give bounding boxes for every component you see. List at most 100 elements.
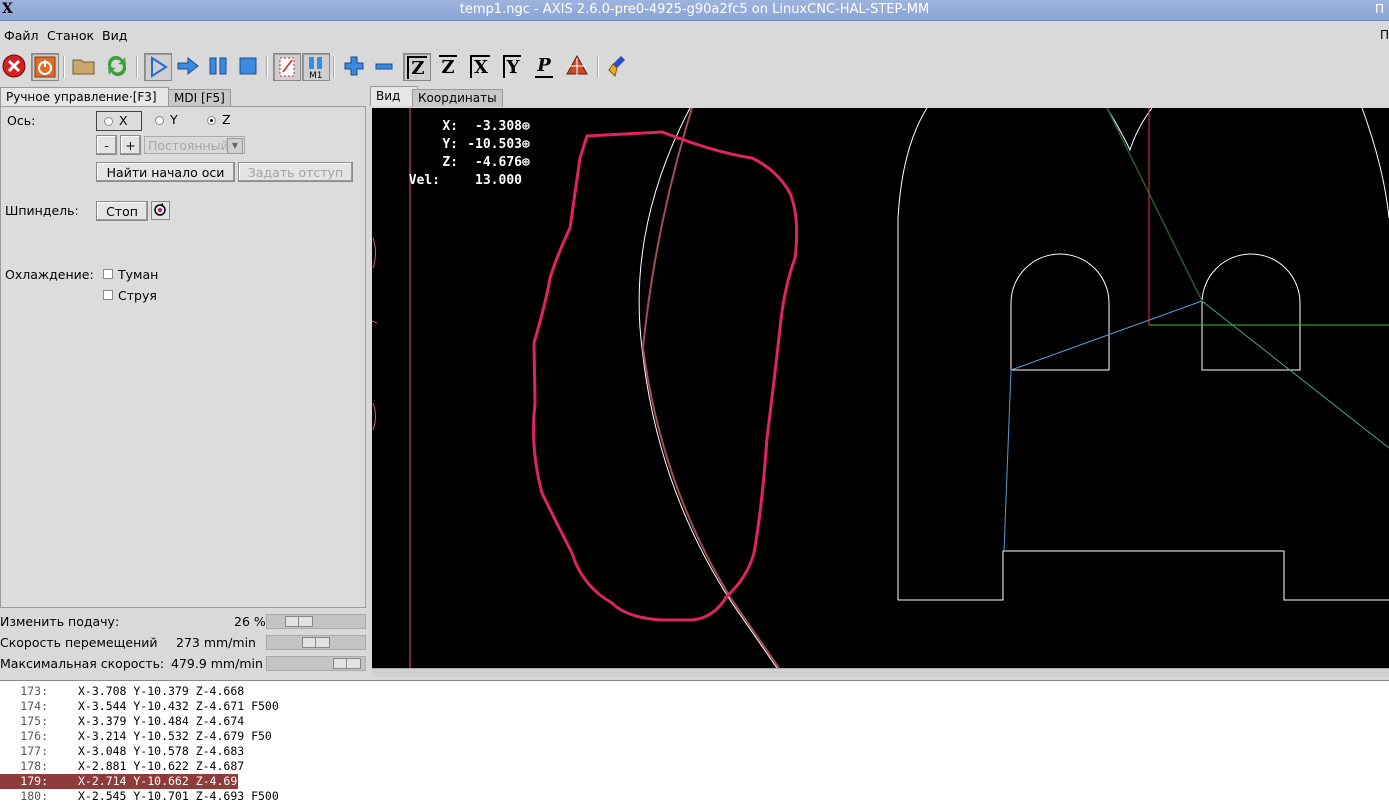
touch-off-button[interactable]: Задать отступ [238, 162, 353, 182]
rapid-move-line [1201, 300, 1389, 449]
dro-readout: X: -3.308⊕ Y: -10.503⊕ Z: -4.676⊕ Vel: 13.00… [406, 118, 530, 190]
manual-control-panel: Ось: X Y Z - + Постоянный ▼ Найти начало… [0, 106, 366, 608]
program-outline [1106, 108, 1153, 152]
view-z-icon[interactable]: Z [403, 53, 431, 81]
window-title: temp1.ngc - AXIS 2.6.0-pre0-4925-g90a2fc… [459, 2, 930, 17]
program-outline [898, 550, 1389, 601]
clear-plot-icon[interactable] [606, 53, 632, 79]
axis-x-radio-dot [104, 117, 113, 126]
pause-icon[interactable] [205, 53, 231, 79]
mist-checkbox[interactable] [103, 269, 113, 279]
feed-override-thumb[interactable] [285, 616, 313, 627]
jog-minus-button[interactable]: - [96, 135, 117, 155]
block-delete-icon[interactable] [273, 53, 301, 81]
jog-speed-slider[interactable] [266, 635, 366, 650]
menu-corner-glyph[interactable]: П [1380, 28, 1389, 42]
feed-override-value: 26 % [234, 614, 266, 629]
axis-y-radio[interactable]: Y [153, 111, 193, 131]
limit-tick [372, 320, 378, 324]
code-line[interactable]: 180: X-2.545 Y-10.701 Z-4.693 F500 [0, 789, 1389, 804]
dro-x-value: -3.308 [475, 119, 522, 134]
dro-y-value: -10.503 [467, 137, 522, 152]
extents-box [1148, 108, 1389, 326]
view-z2-icon[interactable]: Z [435, 53, 461, 79]
executed-path [641, 108, 780, 668]
home-axis-button[interactable]: Найти начало оси [96, 162, 235, 182]
line-number: 180: [20, 789, 48, 803]
view-y-icon[interactable]: Y [499, 53, 525, 79]
toolbar-separator [597, 56, 599, 78]
tab-manual-control[interactable]: Ручное управление·[F3] [0, 87, 169, 107]
line-code: X-3.214 Y-10.532 Z-4.679 F50 [78, 729, 272, 743]
dro-z-row: Z: -4.676⊕ [406, 154, 530, 172]
limit-arc [372, 237, 376, 269]
jog-plus-button[interactable]: + [120, 135, 141, 155]
rapid-move-line [1003, 369, 1012, 552]
max-velocity-slider[interactable] [266, 656, 366, 671]
toggle-view-icon[interactable] [564, 53, 590, 79]
spindle-stop-button[interactable]: Стоп [96, 201, 148, 221]
dro-vel-label: Vel: [408, 173, 440, 188]
stop-icon[interactable] [235, 53, 261, 79]
line-number: 175: [20, 714, 48, 728]
feed-override-slider[interactable] [266, 614, 366, 629]
axis-z-label: Z [222, 112, 231, 127]
line-code: X-3.544 Y-10.432 Z-4.671 F500 [78, 699, 279, 713]
highlight-scribble [532, 130, 799, 622]
code-line[interactable]: 174: X-3.544 Y-10.432 Z-4.671 F500 [0, 699, 1389, 714]
estop-icon[interactable] [1, 53, 27, 79]
gcode-listing[interactable]: 173: X-3.708 Y-10.379 Z-4.668 174: X-3.544 … [0, 680, 1389, 808]
line-code: X-3.048 Y-10.578 Z-4.683 [78, 744, 245, 758]
jog-mode-value: Постоянный [148, 138, 229, 153]
menu-machine[interactable]: Станок [47, 28, 94, 43]
line-code: X-2.714 Y-10.662 Z-4.69 [78, 774, 238, 788]
window-corner-glyph[interactable]: П [1375, 2, 1389, 18]
tab-preview[interactable]: Вид [370, 86, 418, 106]
current-code-line[interactable]: 179: X-2.714 Y-10.662 Z-4.69 [0, 774, 1389, 789]
step-icon[interactable] [175, 53, 201, 79]
reload-icon[interactable] [104, 53, 130, 79]
open-folder-icon[interactable] [71, 53, 97, 79]
line-code: X-2.545 Y-10.701 Z-4.693 F500 [78, 789, 279, 803]
dro-z-value: -4.676 [475, 155, 522, 170]
axis-x-radio[interactable]: X [96, 111, 142, 131]
toolbar-separator [266, 56, 268, 78]
run-icon[interactable] [144, 53, 172, 81]
tab-mdi[interactable]: MDI [F5] [168, 89, 231, 107]
axis-label: Ось: [7, 113, 36, 128]
jog-speed-label: Скорость перемещений [0, 635, 158, 650]
coolant-label: Охлаждение: [5, 267, 94, 282]
zoom-in-icon[interactable] [341, 53, 367, 79]
max-velocity-thumb[interactable] [333, 658, 361, 669]
toolpath-preview[interactable]: X: -3.308⊕ Y: -10.503⊕ Z: -4.676⊕ Vel: 13.00… [372, 108, 1389, 668]
code-line[interactable]: 175: X-3.379 Y-10.484 Z-4.674 [0, 714, 1389, 729]
dro-z-label: Z: [442, 155, 458, 170]
view-p-icon[interactable]: P [531, 53, 557, 79]
code-line[interactable]: 177: X-3.048 Y-10.578 Z-4.683 [0, 744, 1389, 759]
spindle-direction-icon[interactable] [151, 201, 170, 220]
tab-dro[interactable]: Координаты [412, 89, 503, 107]
optional-stop-icon[interactable]: M1 [302, 53, 330, 81]
code-line[interactable]: 173: X-3.708 Y-10.379 Z-4.668 [0, 684, 1389, 699]
dro-vel-value: 13.000 [475, 173, 522, 188]
power-icon[interactable] [31, 53, 59, 81]
code-line[interactable]: 176: X-3.214 Y-10.532 Z-4.679 F50 [0, 729, 1389, 744]
menu-view[interactable]: Вид [102, 28, 127, 43]
axis-y-radio-dot [155, 116, 164, 125]
rapid-move-line [1010, 300, 1203, 371]
program-outline [897, 108, 928, 600]
menu-file[interactable]: Файл [4, 28, 39, 43]
line-code: X-3.379 Y-10.484 Z-4.674 [78, 714, 245, 728]
dro-crosshair-icon: ⊕ [522, 155, 530, 170]
view-x-icon[interactable]: X [467, 53, 493, 79]
flood-checkbox[interactable] [103, 290, 113, 300]
line-number: 176: [20, 729, 48, 743]
axis-y-label: Y [170, 112, 178, 127]
jog-speed-thumb[interactable] [302, 637, 330, 648]
program-arc [638, 108, 778, 668]
axis-z-radio[interactable]: Z [205, 111, 245, 131]
code-line[interactable]: 178: X-2.881 Y-10.622 Z-4.687 [0, 759, 1389, 774]
toolpath-canvas [372, 108, 1389, 668]
jog-mode-select[interactable]: Постоянный ▼ [144, 136, 245, 154]
zoom-out-icon[interactable] [371, 53, 397, 79]
